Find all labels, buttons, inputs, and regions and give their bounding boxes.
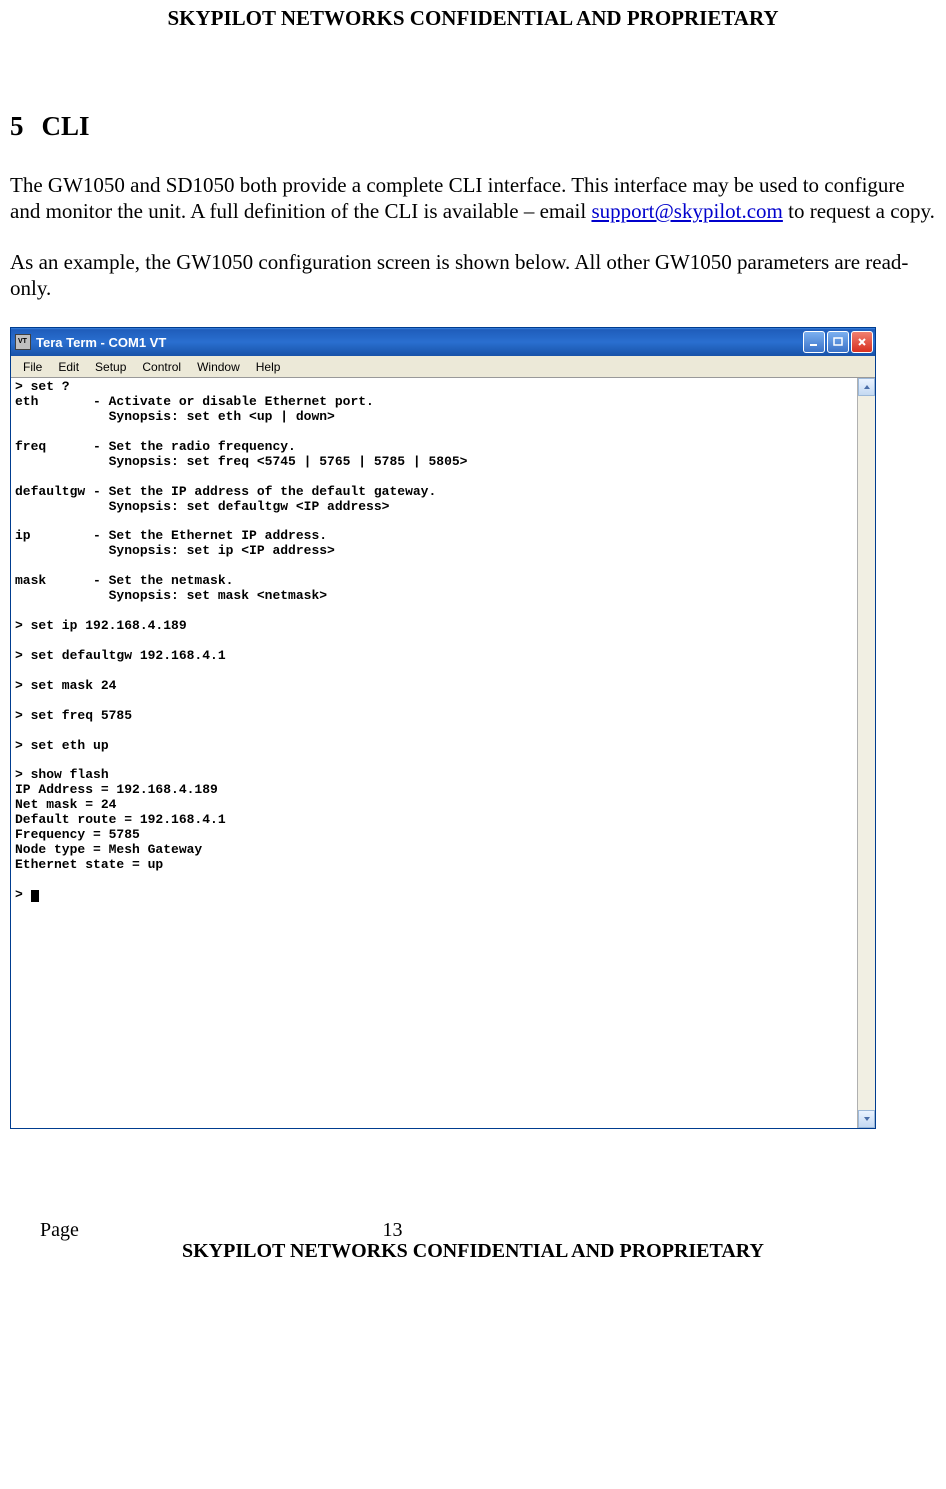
scroll-up-button[interactable] [858,378,875,396]
menu-control[interactable]: Control [134,358,189,376]
scroll-track[interactable] [858,396,875,1110]
terminal-content[interactable]: > set ? eth - Activate or disable Ethern… [11,378,857,1128]
titlebar[interactable]: Tera Term - COM1 VT [11,328,875,356]
section-title: CLI [42,111,90,141]
page-number: 13 [382,1219,402,1242]
window-controls [803,331,873,353]
maximize-icon [833,337,843,347]
app-icon [15,334,31,350]
paragraph-1-text-b: to request a copy. [783,199,935,223]
paragraph-2: As an example, the GW1050 configuration … [10,249,936,302]
terminal-body: > set ? eth - Activate or disable Ethern… [11,378,875,1128]
close-icon [857,337,867,347]
footer-confidential: SKYPILOT NETWORKS CONFIDENTIAL AND PROPR… [10,1240,936,1267]
paragraph-1: The GW1050 and SD1050 both provide a com… [10,172,936,225]
scrollbar[interactable] [857,378,875,1128]
menu-edit[interactable]: Edit [50,358,87,376]
terminal-window: Tera Term - COM1 VT File Edit Setup Cont… [10,327,876,1129]
section-number: 5 [10,111,24,141]
section-heading: 5 CLI [10,71,936,172]
menubar: File Edit Setup Control Window Help [11,356,875,378]
menu-window[interactable]: Window [189,358,248,376]
minimize-icon [809,337,819,347]
menu-file[interactable]: File [15,358,50,376]
page-label: Page [40,1219,79,1242]
terminal-text: > set ? eth - Activate or disable Ethern… [15,379,467,902]
cursor-icon [31,890,39,902]
menu-help[interactable]: Help [248,358,289,376]
chevron-down-icon [863,1115,871,1123]
support-email-link[interactable]: support@skypilot.com [591,199,782,223]
chevron-up-icon [863,383,871,391]
window-title: Tera Term - COM1 VT [36,335,803,350]
maximize-button[interactable] [827,331,849,353]
scroll-down-button[interactable] [858,1110,875,1128]
minimize-button[interactable] [803,331,825,353]
menu-setup[interactable]: Setup [87,358,134,376]
header-confidential: SKYPILOT NETWORKS CONFIDENTIAL AND PROPR… [10,0,936,71]
close-button[interactable] [851,331,873,353]
footer: Page 13 [10,1219,936,1242]
